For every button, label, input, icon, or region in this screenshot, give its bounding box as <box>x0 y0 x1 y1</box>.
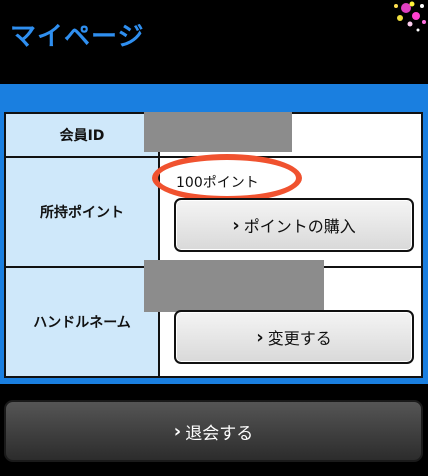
points-value: 100ポイント <box>176 175 259 191</box>
chevron-right-icon: › <box>232 214 240 236</box>
page-title: マイページ <box>10 22 145 52</box>
handle-name-redaction <box>144 260 324 312</box>
header: マイページ <box>0 0 428 80</box>
chevron-right-icon: › <box>173 420 182 442</box>
withdraw-button[interactable]: › 退会する <box>4 400 423 462</box>
member-id-row: 会員ID <box>6 112 421 158</box>
member-id-redaction <box>144 112 292 152</box>
buy-points-button[interactable]: › ポイントの購入 <box>174 198 414 252</box>
member-id-label: 会員ID <box>6 114 160 156</box>
handle-name-label: ハンドルネーム <box>6 268 160 376</box>
handle-name-value-cell: › 変更する <box>144 260 421 376</box>
profile-table: 会員ID 所持ポイント 100ポイント › ポイントの購入 ハンドルネーム › … <box>4 112 423 378</box>
points-value-cell: 100ポイント › ポイントの購入 <box>152 154 421 266</box>
buy-points-label: ポイントの購入 <box>243 217 356 236</box>
chevron-right-icon: › <box>256 326 264 348</box>
points-label: 所持ポイント <box>6 158 160 266</box>
change-name-button[interactable]: › 変更する <box>174 310 414 364</box>
sparkle-icon <box>394 1 426 32</box>
withdraw-label: 退会する <box>185 423 254 444</box>
member-id-value-cell <box>144 112 421 156</box>
handle-name-row: ハンドルネーム › 変更する <box>6 260 421 376</box>
change-name-label: 変更する <box>267 329 332 348</box>
points-row: 所持ポイント 100ポイント › ポイントの購入 <box>6 154 421 268</box>
